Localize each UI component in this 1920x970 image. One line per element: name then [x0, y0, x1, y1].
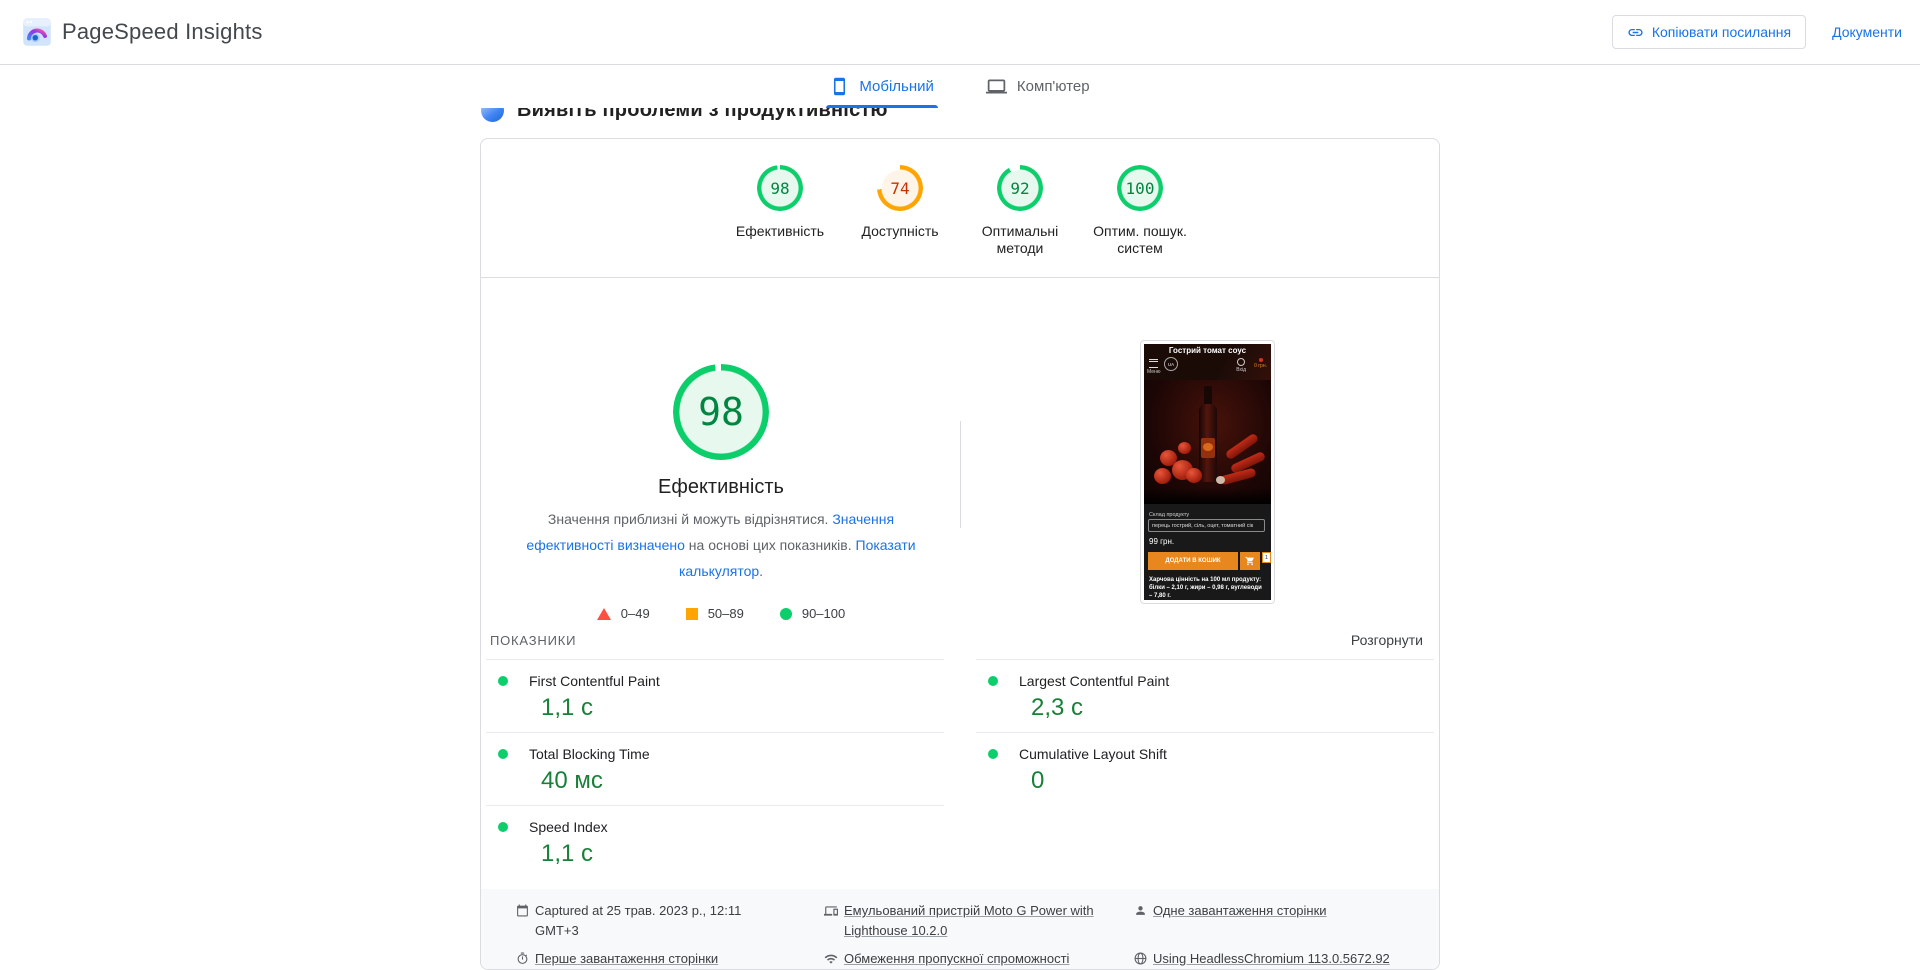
shot-nutrition-text: Харчова цінність на 100 мл продукту: біл… [1149, 577, 1262, 599]
app-title: PageSpeed Insights [62, 19, 263, 44]
good-range-icon [779, 607, 792, 620]
metric-empty-cell [976, 805, 1434, 878]
app-header: PageSpeed Insights Копіювати посилання Д… [0, 0, 1920, 65]
section-divider [960, 421, 961, 528]
smartphone-icon [830, 77, 849, 96]
metric-good-dot [988, 676, 998, 686]
shot-ingredients-value: перець гострий, сіль, оцет, томатний сік [1148, 519, 1265, 532]
metric-cls: Cumulative Layout Shift 0 [976, 732, 1434, 805]
final-screenshot-thumbnail[interactable]: Гострий томат соус Меню UA Вхід 0 грн. С… [1140, 340, 1275, 604]
shot-cart-dot [1258, 358, 1263, 362]
score-accessibility[interactable]: 74 Доступність [840, 165, 960, 277]
shot-cart-icon [1240, 552, 1260, 570]
metric-si: Speed Index 1,1 с [486, 805, 944, 878]
category-score-summary: 98 Ефективність 74 Доступність 92 Оптима… [481, 139, 1439, 278]
throttling-info[interactable]: Обмеження пропускної спроможності для [824, 949, 1134, 969]
metrics-grid: First Contentful Paint 1,1 с Largest Con… [481, 659, 1439, 878]
expand-metrics-button[interactable]: Розгорнути [1351, 632, 1423, 648]
metric-good-dot [498, 822, 508, 832]
single-page-load[interactable]: Одне завантаження сторінки [1134, 901, 1429, 941]
performance-section: 98 Ефективність Значення приблизні й мож… [481, 278, 1439, 659]
shot-ingredients-label: Склад продукту [1149, 512, 1190, 518]
tab-mobile[interactable]: Мобільний [826, 65, 938, 108]
metrics-section-title: ПОКАЗНИКИ [490, 632, 577, 648]
seo-score-ring: 100 [1117, 165, 1163, 211]
score-best-practices[interactable]: 92 Оптимальні методи [960, 165, 1080, 277]
tab-mobile-label: Мобільний [859, 78, 934, 95]
shot-page-title: Гострий томат соус [1168, 346, 1247, 355]
tab-desktop[interactable]: Комп'ютер [982, 65, 1094, 108]
initial-page-load[interactable]: Перше завантаження сторінки [516, 949, 824, 969]
average-range-icon [685, 607, 698, 620]
score-seo[interactable]: 100 Оптим. пошук. систем [1080, 165, 1200, 277]
network-icon [824, 954, 838, 964]
stopwatch-icon [517, 952, 528, 964]
shot-price: 99 грн. [1149, 537, 1175, 546]
metric-lcp: Largest Contentful Paint 2,3 с [976, 659, 1434, 732]
metric-good-dot [498, 749, 508, 759]
run-info-footer: Captured at 25 трав. 2023 р., 12:11 GMT+… [481, 889, 1439, 969]
performance-score-ring: 98 [757, 165, 803, 211]
shot-person-icon [1237, 358, 1246, 366]
strategy-tabbar: Мобільний Комп'ютер [0, 65, 1920, 108]
best-practices-score-ring: 92 [997, 165, 1043, 211]
shot-lang-badge: UA [1164, 357, 1178, 371]
copy-link-label: Копіювати посилання [1651, 24, 1792, 40]
accessibility-score-ring: 74 [877, 165, 923, 211]
metric-good-dot [988, 749, 998, 759]
shot-product-photo [1144, 380, 1271, 504]
browser-version[interactable]: Using HeadlessChromium 113.0.5672.92 wit… [1134, 949, 1429, 969]
devices-icon [824, 906, 838, 916]
globe-icon [1134, 952, 1147, 965]
link-icon [1627, 24, 1644, 41]
performance-gauge: 98 [673, 364, 769, 460]
emulated-device[interactable]: Емульований пристрій Moto G Power with L… [824, 901, 1134, 941]
gauge-description: Значення приблизні й можуть відрізнятися… [526, 511, 916, 579]
pagespeed-logo-icon [22, 17, 52, 47]
metric-tbt: Total Blocking Time 40 мс [486, 732, 944, 805]
active-tab-underline [826, 104, 938, 108]
report-card: 98 Ефективність 74 Доступність 92 Оптима… [480, 138, 1440, 970]
person-icon [1136, 906, 1145, 915]
captured-at: Captured at 25 трав. 2023 р., 12:11 GMT+… [516, 901, 824, 941]
metric-fcp: First Contentful Paint 1,1 с [486, 659, 944, 732]
laptop-icon [985, 76, 1007, 97]
calendar-icon [517, 904, 528, 917]
score-performance[interactable]: 98 Ефективність [720, 165, 840, 277]
shot-qty: 1 [1262, 552, 1271, 563]
app-logo-group[interactable]: PageSpeed Insights [22, 17, 263, 47]
docs-link[interactable]: Документи [1832, 24, 1902, 40]
shot-menu-icon [1149, 359, 1158, 368]
shot-add-to-cart-button: ДОДАТИ В КОШИК [1148, 552, 1238, 570]
gauge-title: Ефективність [658, 476, 784, 498]
tab-desktop-label: Комп'ютер [1016, 78, 1090, 95]
score-legend: 0–49 50–89 90–100 [596, 606, 845, 621]
metric-good-dot [498, 676, 508, 686]
copy-link-button[interactable]: Копіювати посилання [1611, 15, 1807, 49]
poor-range-icon [596, 607, 611, 620]
